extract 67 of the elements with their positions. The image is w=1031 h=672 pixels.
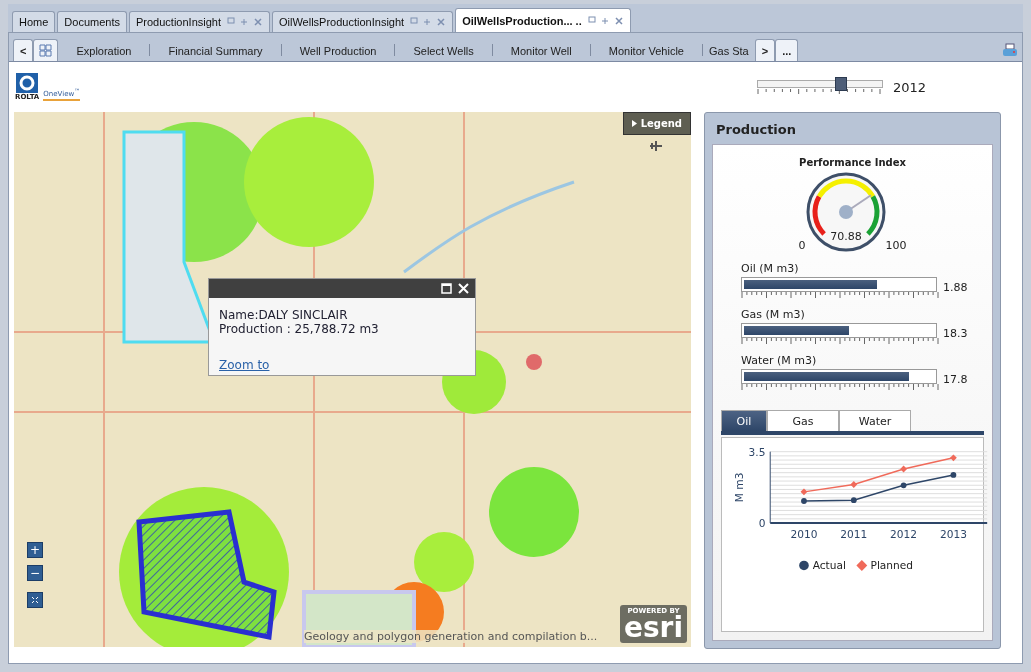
- nav-tab[interactable]: Monitor Well: [492, 40, 590, 61]
- zoom-to-link[interactable]: Zoom to: [219, 358, 270, 372]
- restore-icon[interactable]: [408, 17, 419, 27]
- nav-tab[interactable]: Gas Sta: [702, 40, 755, 61]
- back-tab[interactable]: <: [13, 39, 34, 61]
- legend-label: Actual: [812, 559, 846, 572]
- data-point: [800, 488, 808, 496]
- gauge-min: 0: [798, 239, 806, 252]
- gauge-max: 100: [885, 239, 907, 252]
- x-tick-label: 2012: [890, 528, 918, 541]
- nav-tab[interactable]: Financial Summary: [150, 40, 281, 61]
- x-tick-label: 2011: [840, 528, 868, 541]
- chart-tab[interactable]: Oil: [721, 410, 767, 431]
- panel-title: Production: [715, 121, 797, 139]
- y-tick-label: 3.5: [748, 445, 766, 458]
- legend-label: Planned: [870, 559, 913, 572]
- nav-tab[interactable]: Select Wells: [395, 40, 492, 61]
- x-tick-label: 2013: [939, 528, 967, 541]
- data-point: [950, 472, 957, 478]
- slider-thumb[interactable]: [834, 77, 847, 91]
- chart-tab[interactable]: Water: [839, 410, 911, 431]
- chart-tab[interactable]: Gas: [767, 410, 839, 431]
- legend-button[interactable]: Legend: [622, 112, 691, 135]
- year-slider[interactable]: [756, 80, 883, 88]
- nav-tab[interactable]: Well Production: [281, 40, 395, 61]
- data-point: [900, 465, 907, 473]
- year-value: 2012: [892, 79, 926, 95]
- gauge-title: Performance Index: [799, 157, 906, 168]
- popup-production: Production : 25,788.72 m3: [219, 322, 380, 336]
- data-point: [900, 482, 907, 489]
- x-tick-label: 2010: [790, 528, 818, 541]
- grid-icon: [39, 44, 53, 57]
- document-tab[interactable]: OilWellsProductionInsight: [272, 11, 454, 32]
- document-tab[interactable]: ProductionInsight: [129, 11, 270, 32]
- meter-label: Oil (M m3): [741, 262, 800, 275]
- forward-tab[interactable]: >: [754, 39, 776, 61]
- grid-tab[interactable]: [33, 39, 59, 61]
- printer-icon[interactable]: [1002, 43, 1018, 57]
- esri-logo: esri: [623, 615, 683, 641]
- more-tab[interactable]: ...: [775, 39, 799, 61]
- zoom-out-button[interactable]: −: [27, 565, 43, 581]
- restore-icon[interactable]: [225, 17, 235, 27]
- y-axis-label: M m3: [733, 472, 746, 503]
- meter-reading: 18.3: [943, 327, 968, 340]
- meter-label: Gas (M m3): [741, 308, 806, 321]
- data-point: [850, 481, 858, 488]
- document-tab[interactable]: Home: [12, 11, 56, 32]
- restore-icon[interactable]: [585, 15, 596, 26]
- nav-tab[interactable]: Exploration: [58, 40, 150, 61]
- logo-icon: [16, 73, 39, 93]
- gauge-value: 70.88: [829, 230, 862, 243]
- popup-name: Name:DALY SINCLAIR: [219, 308, 349, 322]
- meter-reading: 17.8: [943, 373, 968, 386]
- data-point: [801, 498, 807, 504]
- data-point: [950, 454, 957, 462]
- y-tick-label: 0: [758, 516, 766, 529]
- map-attribution: Geology and polygon generation and compilation b...: [304, 630, 598, 643]
- caret-icon: [631, 120, 637, 127]
- meter-label: Water (M m3): [741, 354, 818, 367]
- maximize-icon[interactable]: [441, 283, 452, 294]
- meter-reading: 1.88: [943, 281, 968, 294]
- document-tab[interactable]: Documents: [57, 11, 127, 32]
- nav-tab[interactable]: Monitor Vehicle: [590, 40, 702, 61]
- data-point: [850, 497, 857, 504]
- zoom-in-button[interactable]: +: [27, 542, 43, 558]
- full-extent-button[interactable]: [27, 592, 43, 608]
- document-tab[interactable]: OilWellsProduction... ..: [455, 8, 631, 32]
